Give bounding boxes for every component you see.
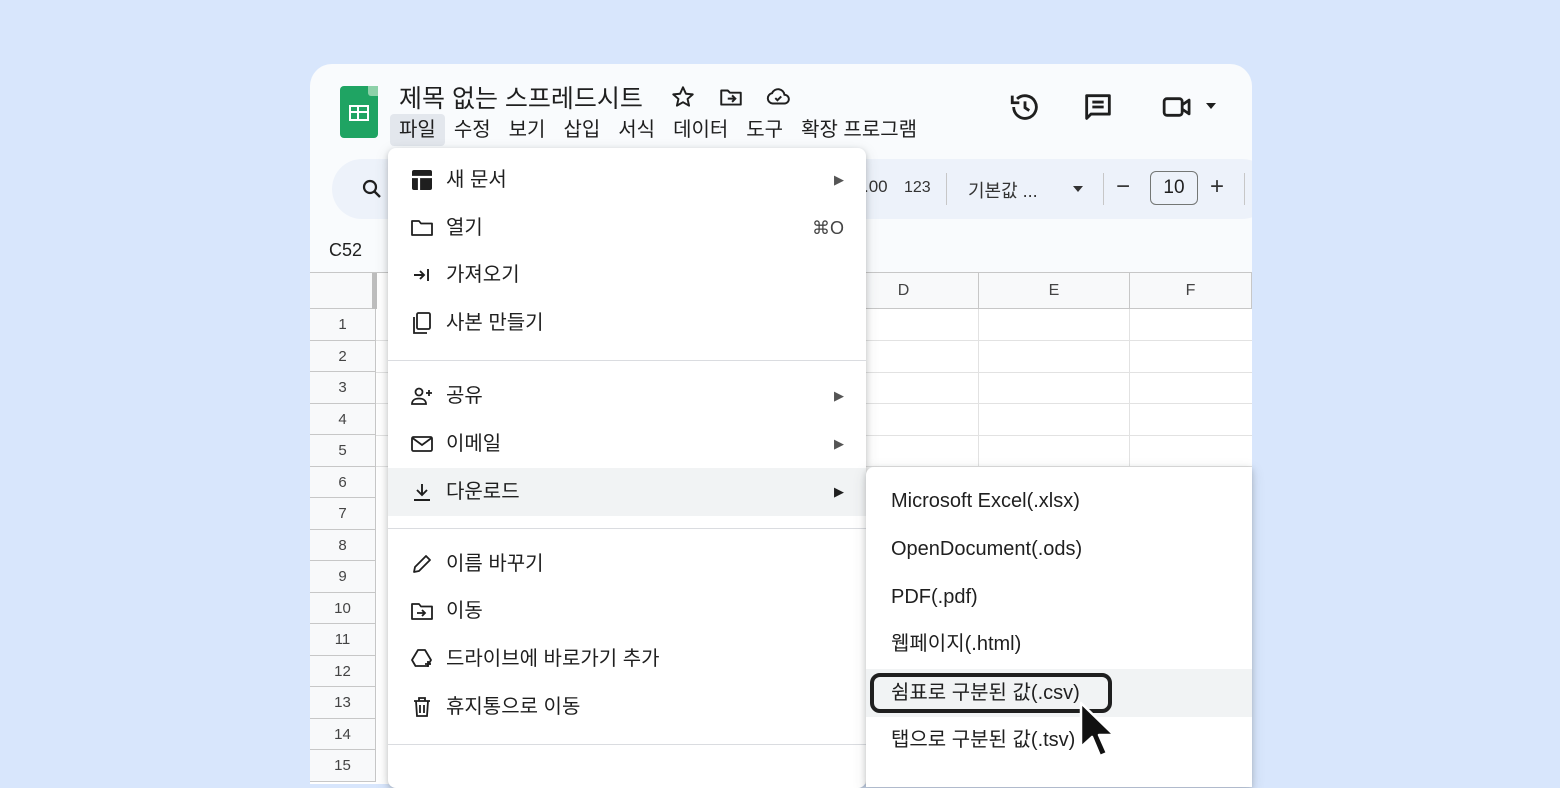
decimal-increase-button[interactable]: .00 xyxy=(864,177,888,197)
menu-insert[interactable]: 삽입 xyxy=(554,114,609,146)
menu-item-new[interactable]: 새 문서 ▶ xyxy=(388,156,866,204)
menu-data[interactable]: 데이터 xyxy=(664,114,737,146)
menu-item-share[interactable]: 공유 ▶ xyxy=(388,372,866,420)
version-history-icon[interactable] xyxy=(1008,90,1042,124)
row-header[interactable]: 11 xyxy=(310,624,376,656)
font-dropdown-icon[interactable] xyxy=(1072,185,1084,193)
menu-item-trash[interactable]: 휴지통으로 이동 xyxy=(388,683,866,731)
row-header[interactable]: 9 xyxy=(310,561,376,593)
download-icon xyxy=(414,484,430,501)
row-header[interactable]: 4 xyxy=(310,403,376,435)
menu-edit[interactable]: 수정 xyxy=(445,114,500,146)
font-size-increase-button[interactable]: + xyxy=(1210,173,1224,201)
download-pdf[interactable]: PDF(.pdf) xyxy=(866,573,1252,621)
menu-item-import[interactable]: 가져오기 xyxy=(388,251,866,299)
row-header[interactable]: 12 xyxy=(310,655,376,687)
toolbar-divider xyxy=(1103,173,1104,205)
mail-icon xyxy=(411,436,433,452)
pencil-icon xyxy=(413,555,431,573)
chevron-down-icon[interactable] xyxy=(1205,102,1217,110)
download-html[interactable]: 웹페이지(.html) xyxy=(866,620,1252,668)
download-csv[interactable]: 쉼표로 구분된 값(.csv) xyxy=(866,669,1252,717)
menu-extensions[interactable]: 확장 프로그램 xyxy=(792,114,926,146)
row-header[interactable]: 1 xyxy=(310,309,376,341)
meet-video-icon[interactable] xyxy=(1160,90,1196,124)
star-icon[interactable] xyxy=(670,84,696,110)
sheets-logo-icon[interactable] xyxy=(340,86,378,138)
shortcut-label: ⌘O xyxy=(811,218,844,238)
row-header[interactable]: 8 xyxy=(310,529,376,561)
submenu-arrow-icon: ▶ xyxy=(834,436,844,451)
mouse-pointer-icon xyxy=(1079,701,1116,758)
submenu-arrow-icon: ▶ xyxy=(834,388,844,403)
row-header[interactable]: 6 xyxy=(310,466,376,498)
select-all-corner[interactable] xyxy=(310,273,376,309)
column-header-f[interactable]: F xyxy=(1130,273,1252,309)
new-sheet-icon xyxy=(412,170,432,190)
comments-icon[interactable] xyxy=(1081,90,1115,124)
submenu-arrow-icon: ▶ xyxy=(834,172,844,187)
download-submenu: Microsoft Excel(.xlsx) OpenDocument(.ods… xyxy=(866,467,1252,787)
number-format-button[interactable]: 123 xyxy=(904,179,931,197)
menu-item-move[interactable]: 이동 xyxy=(388,587,866,635)
document-title[interactable]: 제목 없는 스프레드시트 xyxy=(399,79,643,115)
menu-view[interactable]: 보기 xyxy=(500,114,555,146)
row-header[interactable]: 14 xyxy=(310,718,376,750)
menu-tools[interactable]: 도구 xyxy=(737,114,792,146)
download-xlsx[interactable]: Microsoft Excel(.xlsx) xyxy=(866,477,1252,525)
menu-item-email[interactable]: 이메일 ▶ xyxy=(388,420,866,468)
cloud-saved-icon[interactable] xyxy=(765,84,791,110)
menu-format[interactable]: 서식 xyxy=(609,114,664,146)
row-header[interactable]: 3 xyxy=(310,372,376,404)
row-header[interactable]: 10 xyxy=(310,592,376,624)
copy-icon xyxy=(413,312,431,334)
submenu-arrow-icon: ▶ xyxy=(834,484,844,499)
menu-item-open[interactable]: 열기 ⌘O xyxy=(388,204,866,252)
menu-item-download[interactable]: 다운로드 ▶ xyxy=(388,468,866,516)
row-header[interactable]: 7 xyxy=(310,498,376,530)
name-box[interactable]: C52 xyxy=(329,240,362,261)
share-person-icon xyxy=(411,387,432,405)
toolbar-divider xyxy=(1244,173,1245,205)
download-ods[interactable]: OpenDocument(.ods) xyxy=(866,525,1252,573)
font-size-decrease-button[interactable]: − xyxy=(1116,173,1130,201)
file-menu: 새 문서 ▶ 열기 ⌘O 가져오기 사본 만들기 공유 ▶ 이메일 ▶ 다운로드… xyxy=(388,148,866,788)
trash-icon xyxy=(414,697,430,717)
search-icon[interactable] xyxy=(360,177,384,201)
move-folder-icon xyxy=(411,603,433,620)
download-tsv[interactable]: 탭으로 구분된 값(.tsv) xyxy=(866,716,1252,764)
frozen-column-handle[interactable] xyxy=(372,273,377,309)
row-header[interactable]: 2 xyxy=(310,340,376,372)
menu-item-copy[interactable]: 사본 만들기 xyxy=(388,299,866,347)
menu-separator xyxy=(388,360,866,361)
font-family-select[interactable]: 기본값 ... xyxy=(968,177,1038,203)
import-icon xyxy=(414,269,429,281)
row-header[interactable]: 13 xyxy=(310,687,376,719)
menu-file[interactable]: 파일 xyxy=(390,114,445,146)
menubar: 파일 수정 보기 삽입 서식 데이터 도구 확장 프로그램 xyxy=(390,114,926,146)
move-folder-icon[interactable] xyxy=(718,84,744,110)
menu-separator xyxy=(388,528,866,529)
row-header[interactable]: 15 xyxy=(310,750,376,782)
font-size-input[interactable]: 10 xyxy=(1150,171,1198,205)
drive-shortcut-icon xyxy=(411,649,432,667)
column-header-e[interactable]: E xyxy=(979,273,1130,309)
menu-item-add-shortcut[interactable]: 드라이브에 바로가기 추가 xyxy=(388,635,866,683)
menu-item-rename[interactable]: 이름 바꾸기 xyxy=(388,540,866,588)
row-header[interactable]: 5 xyxy=(310,435,376,467)
folder-icon xyxy=(411,220,433,236)
toolbar-divider xyxy=(946,173,947,205)
menu-separator xyxy=(388,744,866,745)
